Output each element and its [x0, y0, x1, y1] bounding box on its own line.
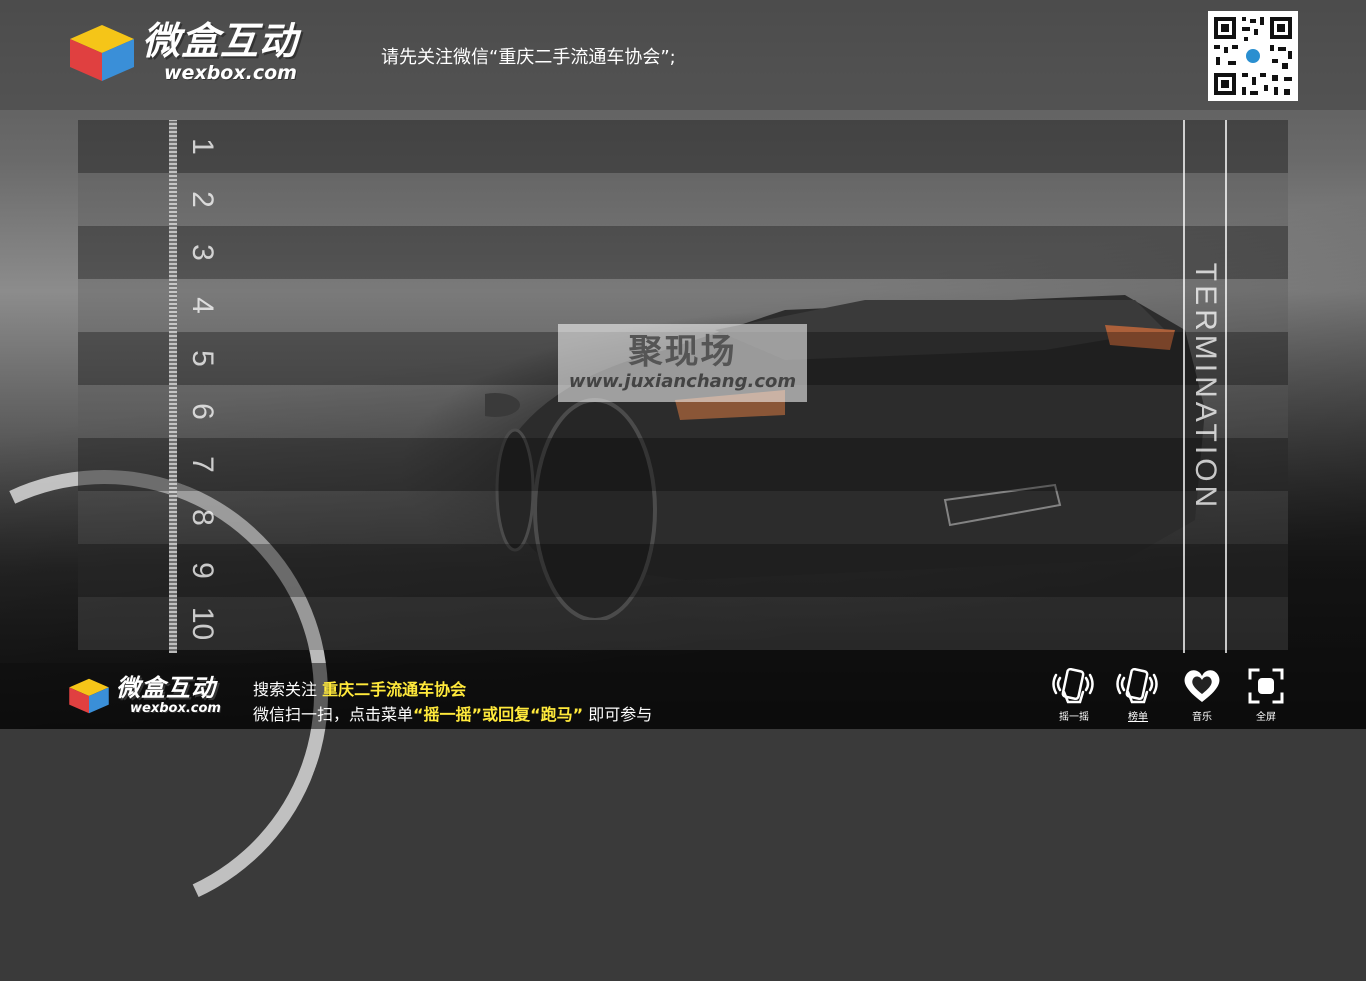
termination-text: TERMINATION: [1189, 262, 1222, 511]
join-line2-suffix: 即可参与: [583, 705, 653, 724]
lane-number: 9: [186, 562, 220, 579]
fullscreen-label: 全屏: [1256, 712, 1276, 723]
lane-number: 7: [186, 456, 220, 473]
shake-label: 摇一摇: [1059, 712, 1089, 723]
lane-number: 8: [186, 509, 220, 526]
music-button[interactable]: 音乐: [1176, 666, 1228, 726]
join-instruction-line1: 搜索关注 重庆二手流通车协会: [253, 676, 466, 700]
brand-wordmark: 微盒互动 wexbox.com: [142, 22, 298, 83]
join-line1-account: 重庆二手流通车协会: [322, 680, 467, 699]
qr-code: [1208, 11, 1298, 101]
lane-number: 6: [186, 403, 220, 420]
join-line2-prefix: 微信扫一扫，点击菜单: [253, 705, 414, 724]
ranking-phone-icon: [1116, 667, 1158, 704]
shake-button[interactable]: 摇一摇: [1048, 666, 1100, 726]
footer-brand-wordmark: 微盒互动 wexbox.com: [116, 676, 221, 715]
brand-logo: 微盒互动 wexbox.com: [68, 22, 298, 83]
lane-number: 10: [186, 606, 220, 641]
lane-number: 1: [186, 138, 220, 155]
fullscreen-button[interactable]: 全屏: [1240, 666, 1292, 726]
heart-music-icon: [1184, 670, 1220, 702]
finish-label: TERMINATION: [1185, 120, 1225, 653]
watermark-url: www.juxianchang.com: [568, 371, 797, 393]
watermark: 聚现场 www.juxianchang.com: [558, 324, 807, 402]
lane-number: 2: [186, 191, 220, 208]
lane-number: 5: [186, 350, 220, 367]
finish-line-right: [1225, 120, 1227, 653]
lane-row: 8: [78, 491, 1288, 544]
cube-logo-icon: [69, 678, 109, 713]
footer-brand-logo: 微盒互动 wexbox.com: [68, 676, 221, 715]
lane-row: 3: [78, 226, 1288, 279]
join-line1-prefix: 搜索关注: [253, 680, 323, 699]
join-line2-shake: “摇一摇”: [413, 705, 483, 724]
brand-name-en: wexbox.com: [164, 62, 297, 84]
ranking-button[interactable]: 榜单: [1112, 666, 1164, 726]
lane-row: 10: [78, 597, 1288, 650]
lane-row: 9: [78, 544, 1288, 597]
ranking-label: 榜单: [1128, 712, 1148, 723]
brand-name-cn: 微盒互动: [142, 19, 299, 63]
lane-row: 1: [78, 120, 1288, 173]
lane-number: 3: [186, 244, 220, 261]
footer-brand-name-cn: 微盒互动: [116, 674, 216, 702]
join-instruction-line2: 微信扫一扫，点击菜单“摇一摇”或回复“跑马” 即可参与: [253, 701, 652, 725]
lane-row: 7: [78, 438, 1288, 491]
cube-logo-icon: [70, 24, 134, 81]
start-line: [169, 120, 177, 653]
follow-notice: 请先关注微信“重庆二手流通车协会”;: [381, 47, 676, 68]
watermark-title: 聚现场: [628, 331, 737, 372]
music-label: 音乐: [1192, 712, 1212, 723]
join-line2-or: 或回复: [482, 705, 531, 724]
lane-number: 4: [186, 297, 220, 314]
fullscreen-icon: [1248, 668, 1284, 704]
lane-row: 2: [78, 173, 1288, 226]
shake-phone-icon: [1052, 667, 1094, 704]
join-line2-race: “跑马”: [530, 705, 584, 724]
footer-brand-name-en: wexbox.com: [130, 701, 221, 716]
